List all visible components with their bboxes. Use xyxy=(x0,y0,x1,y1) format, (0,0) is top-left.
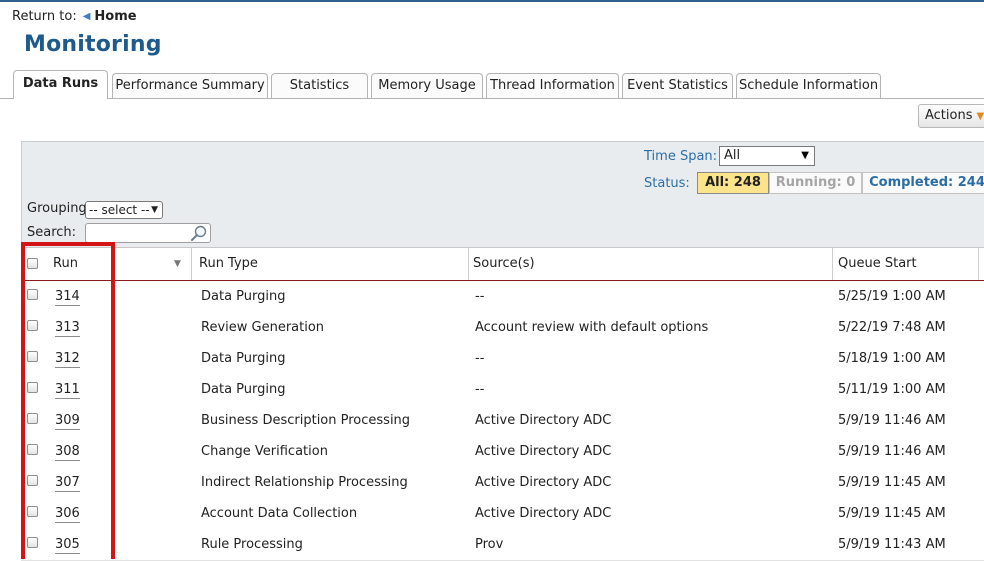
tab-data-runs[interactable]: Data Runs xyxy=(13,70,108,99)
table-row: 312 Data Purging -- 5/18/19 1:00 AM xyxy=(21,343,984,375)
tab-statistics[interactable]: Statistics xyxy=(271,73,368,98)
column-divider xyxy=(191,248,192,280)
sources-cell: Active Directory ADC xyxy=(475,436,611,467)
sources-cell: Active Directory ADC xyxy=(475,498,611,529)
run-type-cell: Data Purging xyxy=(201,281,286,312)
run-id-link[interactable]: 314 xyxy=(55,281,80,312)
search-icon[interactable] xyxy=(190,225,208,241)
column-divider[interactable] xyxy=(978,248,979,280)
status-filter-running[interactable]: Running: 0 xyxy=(769,172,862,194)
grouping-select[interactable]: -- select -- ▼ xyxy=(85,201,163,219)
sources-cell: -- xyxy=(475,343,484,374)
back-arrow-icon: ◀ xyxy=(83,11,91,22)
row-checkbox[interactable] xyxy=(27,475,38,486)
run-type-cell: Data Purging xyxy=(201,374,286,405)
sources-cell: Prov xyxy=(475,529,503,560)
column-divider[interactable] xyxy=(832,248,833,280)
run-id-link[interactable]: 306 xyxy=(55,498,80,529)
grouping-label: Grouping: xyxy=(27,201,91,216)
run-type-cell: Change Verification xyxy=(201,436,328,467)
sources-cell: Active Directory ADC xyxy=(475,467,611,498)
queue-start-cell: 5/11/19 1:00 AM xyxy=(838,374,946,405)
tab-bar-baseline xyxy=(0,98,984,99)
status-filter-all[interactable]: All: 248 xyxy=(697,172,769,194)
run-id-link[interactable]: 305 xyxy=(55,529,80,560)
run-type-cell: Account Data Collection xyxy=(201,498,357,529)
column-header-sources[interactable]: Source(s) xyxy=(473,248,535,280)
table-row: 306 Account Data Collection Active Direc… xyxy=(21,498,984,530)
sort-menu-icon[interactable]: ▼ xyxy=(174,259,181,269)
queue-start-cell: 5/22/19 7:48 AM xyxy=(838,312,946,343)
table-row: 311 Data Purging -- 5/11/19 1:00 AM xyxy=(21,374,984,406)
queue-start-cell: 5/9/19 11:45 AM xyxy=(838,467,946,498)
table-row: 305 Rule Processing Prov 5/9/19 11:43 AM xyxy=(21,529,984,561)
column-header-run[interactable]: Run xyxy=(53,248,78,280)
queue-start-cell: 5/18/19 1:00 AM xyxy=(838,343,946,374)
tab-performance-summary[interactable]: Performance Summary xyxy=(112,73,268,98)
table-row: 309 Business Description Processing Acti… xyxy=(21,405,984,437)
run-id-link[interactable]: 307 xyxy=(55,467,80,498)
queue-start-cell: 5/25/19 1:00 AM xyxy=(838,281,946,312)
run-type-cell: Rule Processing xyxy=(201,529,303,560)
chevron-down-icon: ▼ xyxy=(977,111,984,122)
table-row: 313 Review Generation Account review wit… xyxy=(21,312,984,344)
actions-label: Actions xyxy=(925,108,973,123)
search-label: Search: xyxy=(27,225,76,240)
run-type-cell: Business Description Processing xyxy=(201,405,410,436)
run-id-link[interactable]: 312 xyxy=(55,343,80,374)
queue-start-cell: 5/9/19 11:45 AM xyxy=(838,498,946,529)
sources-cell: Active Directory ADC xyxy=(475,405,611,436)
run-id-link[interactable]: 311 xyxy=(55,374,80,405)
chevron-down-icon: ▼ xyxy=(151,202,158,218)
run-type-cell: Indirect Relationship Processing xyxy=(201,467,408,498)
page-title: Monitoring xyxy=(24,32,162,57)
table-row: 308 Change Verification Active Directory… xyxy=(21,436,984,468)
home-link[interactable]: Home xyxy=(94,9,136,24)
row-checkbox[interactable] xyxy=(27,382,38,393)
row-checkbox[interactable] xyxy=(27,351,38,362)
tab-bar: Data Runs Performance Summary Statistics… xyxy=(0,70,984,99)
run-id-link[interactable]: 309 xyxy=(55,405,80,436)
tab-memory-usage[interactable]: Memory Usage xyxy=(371,73,483,98)
grouping-value: -- select -- xyxy=(89,203,150,217)
tab-thread-information[interactable]: Thread Information xyxy=(486,73,619,98)
table-row: 307 Indirect Relationship Processing Act… xyxy=(21,467,984,499)
select-all-checkbox[interactable] xyxy=(27,258,38,269)
table-row: 314 Data Purging -- 5/25/19 1:00 AM xyxy=(21,281,984,313)
queue-start-cell: 5/9/19 11:46 AM xyxy=(838,405,946,436)
sources-cell: -- xyxy=(475,281,484,312)
chevron-down-icon: ▼ xyxy=(801,147,809,165)
column-header-queue-start[interactable]: Queue Start xyxy=(838,248,917,280)
column-divider[interactable] xyxy=(468,248,469,280)
tab-schedule-information[interactable]: Schedule Information xyxy=(736,73,881,98)
column-header-run-type[interactable]: Run Type xyxy=(199,248,258,280)
tab-event-statistics[interactable]: Event Statistics xyxy=(622,73,733,98)
return-label: Return to: xyxy=(12,9,77,24)
row-checkbox[interactable] xyxy=(27,506,38,517)
run-id-link[interactable]: 313 xyxy=(55,312,80,343)
time-span-value: All xyxy=(724,148,740,163)
row-checkbox[interactable] xyxy=(27,289,38,300)
run-type-cell: Data Purging xyxy=(201,343,286,374)
sources-cell: -- xyxy=(475,374,484,405)
row-checkbox[interactable] xyxy=(27,444,38,455)
status-filter-completed[interactable]: Completed: 244 xyxy=(862,172,984,194)
row-checkbox[interactable] xyxy=(27,537,38,548)
top-border xyxy=(0,0,984,2)
queue-start-cell: 5/9/19 11:46 AM xyxy=(838,436,946,467)
queue-start-cell: 5/9/19 11:43 AM xyxy=(838,529,946,560)
time-span-label: Time Span: xyxy=(644,149,717,164)
run-id-link[interactable]: 308 xyxy=(55,436,80,467)
row-checkbox[interactable] xyxy=(27,320,38,331)
sources-cell: Account review with default options xyxy=(475,312,708,343)
row-checkbox[interactable] xyxy=(27,413,38,424)
run-type-cell: Review Generation xyxy=(201,312,324,343)
actions-button[interactable]: Actions ▼ xyxy=(918,104,984,128)
status-label: Status: xyxy=(644,176,690,191)
table-header: Run Run Type Source(s) Queue Start xyxy=(21,247,984,281)
return-nav: Return to: ◀Home xyxy=(12,9,137,24)
time-span-select[interactable]: All ▼ xyxy=(719,146,815,166)
